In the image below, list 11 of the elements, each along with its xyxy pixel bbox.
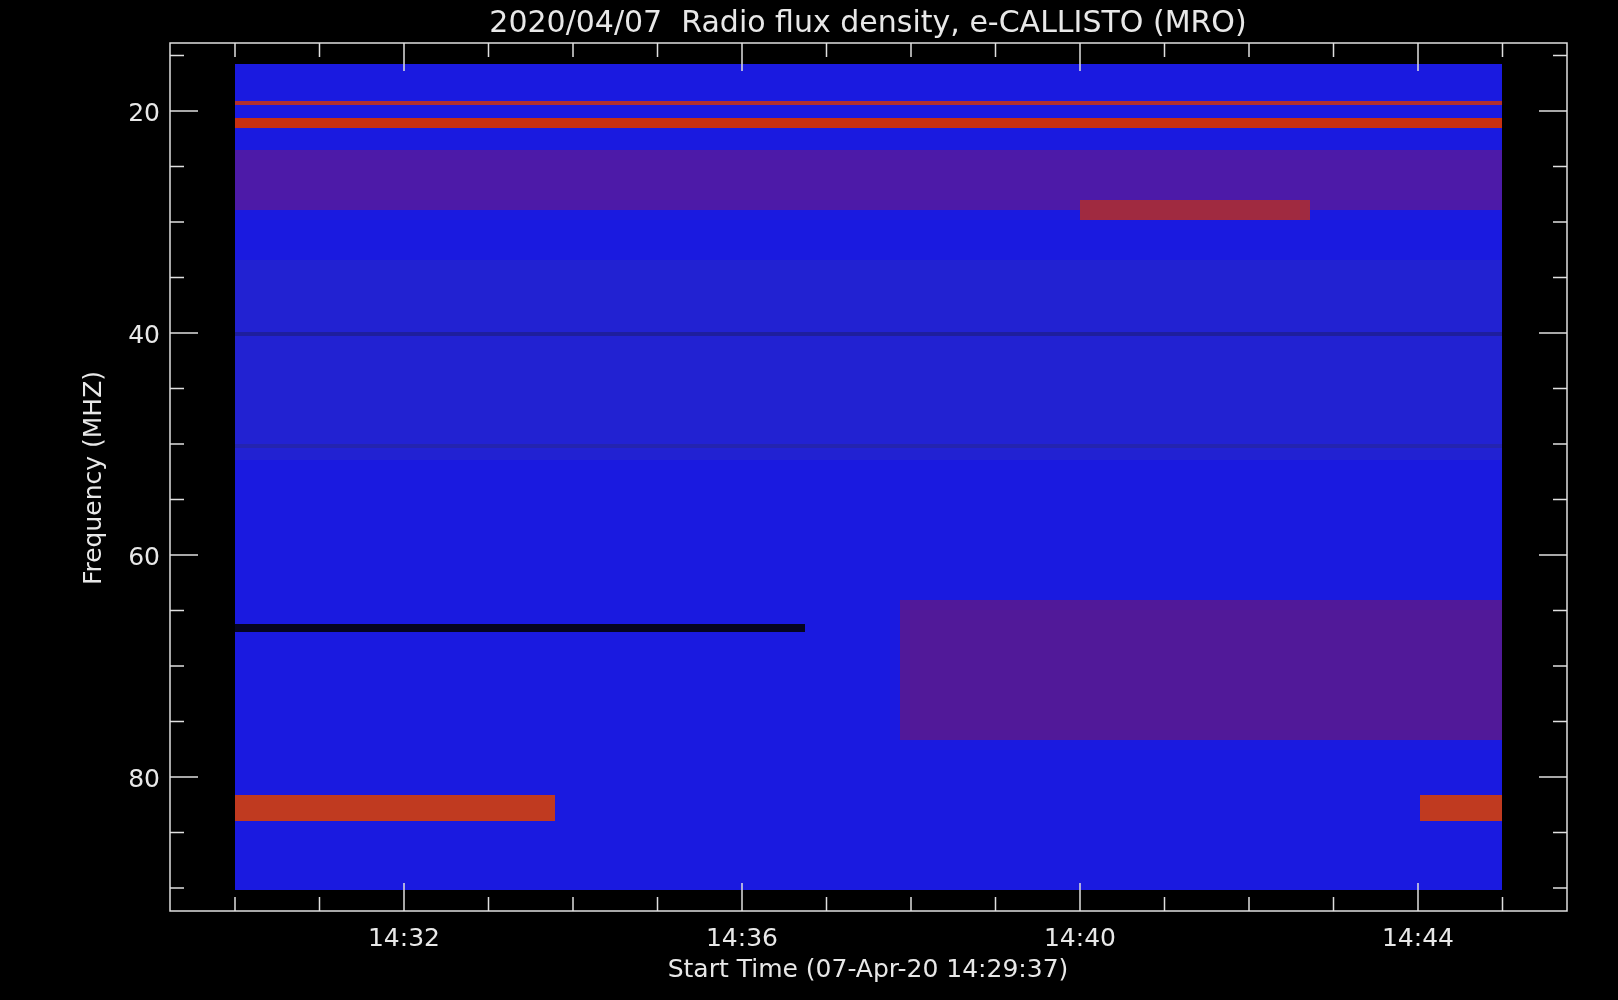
y-tick-label: 20 <box>128 98 160 127</box>
x-axis-label: Start Time (07-Apr-20 14:29:37) <box>667 954 1069 983</box>
y-tick-label: 80 <box>128 764 160 793</box>
x-tick-label: 14:44 <box>1382 923 1454 952</box>
x-tick-label: 14:36 <box>706 923 778 952</box>
chart-title: 2020/04/07 Radio flux density, e-CALLISTO (MRO) <box>489 4 1247 39</box>
x-tick-label: 14:40 <box>1044 923 1116 952</box>
y-axis-label: Frequency (MHZ) <box>78 370 107 586</box>
y-tick-label: 60 <box>128 542 160 571</box>
x-tick-label: 14:32 <box>368 923 440 952</box>
y-tick-label: 40 <box>128 320 160 349</box>
